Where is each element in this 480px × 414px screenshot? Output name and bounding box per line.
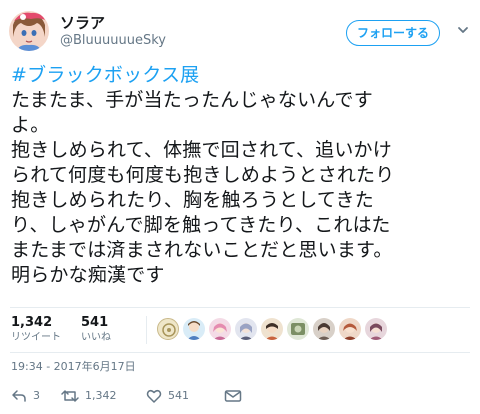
mail-icon [224,390,242,402]
divider [10,352,470,353]
liker-avatar[interactable] [157,318,179,340]
avatar-image [9,11,49,51]
tweet-line: り、しゃがんで脚を触ってきたり、これはた [11,214,391,236]
tweet-line: 抱きしめられたり、胸を触ろうとしてきた [11,189,374,211]
screen-name[interactable]: @BluuuuuueSky [60,33,166,49]
like-stat-count: 541 [81,315,109,330]
tweet-line: られて何度も何度も抱きしめようとされたり [11,164,395,186]
liker-avatar[interactable] [209,318,231,340]
hashtag-link[interactable]: #ブラックボックス展 [11,63,473,88]
retweet-count: 1,342 [85,389,117,402]
follow-button[interactable]: フォローする [346,20,440,46]
retweet-stat[interactable]: 1,342 リツイート [11,315,61,345]
retweet-button[interactable]: 1,342 [61,388,131,404]
liker-avatar[interactable] [183,318,205,340]
liker-avatar[interactable] [261,318,283,340]
display-name[interactable]: ソラア [60,14,105,32]
like-stat-label: いいね [81,332,111,343]
retweet-stat-label: リツイート [11,332,61,343]
like-count: 541 [168,389,189,402]
user-avatar[interactable] [9,11,49,51]
divider [10,307,470,308]
tweet-card: ソラア @BluuuuuueSky フォローする #ブラックボックス展 たまたま… [0,0,480,414]
liker-avatar[interactable] [365,318,387,340]
retweet-stat-count: 1,342 [11,315,53,330]
liker-avatar[interactable] [339,318,361,340]
tweet-line: たまたま、手が当たったんじゃないんです [11,89,373,111]
like-stat[interactable]: 541 いいね [81,315,111,345]
like-button[interactable]: 541 [146,388,206,404]
heart-icon [146,389,162,403]
tweet-timestamp[interactable]: 19:34 - 2017年6月17日 [11,360,136,374]
tweet-line: よ。 [11,114,50,136]
reply-button[interactable]: 3 [11,388,51,404]
reply-count: 3 [33,389,40,402]
stat-separator [146,316,147,344]
liker-avatar[interactable] [287,318,309,340]
liker-avatar[interactable] [313,318,335,340]
liker-avatar[interactable] [235,318,257,340]
tweet-text: #ブラックボックス展 たまたま、手が当たったんじゃないんです よ。 抱きしめられ… [11,63,473,288]
tweet-line: 抱きしめられて、体撫で回されて、追いかけ [11,139,392,161]
reply-icon [12,390,26,402]
share-button[interactable] [224,388,242,404]
retweet-icon [61,390,79,402]
chevron-down-icon[interactable] [456,22,470,36]
tweet-line: またまでは済まされないことだと思います。 [11,239,393,261]
tweet-line: 明らかな痴漢です [11,264,165,286]
